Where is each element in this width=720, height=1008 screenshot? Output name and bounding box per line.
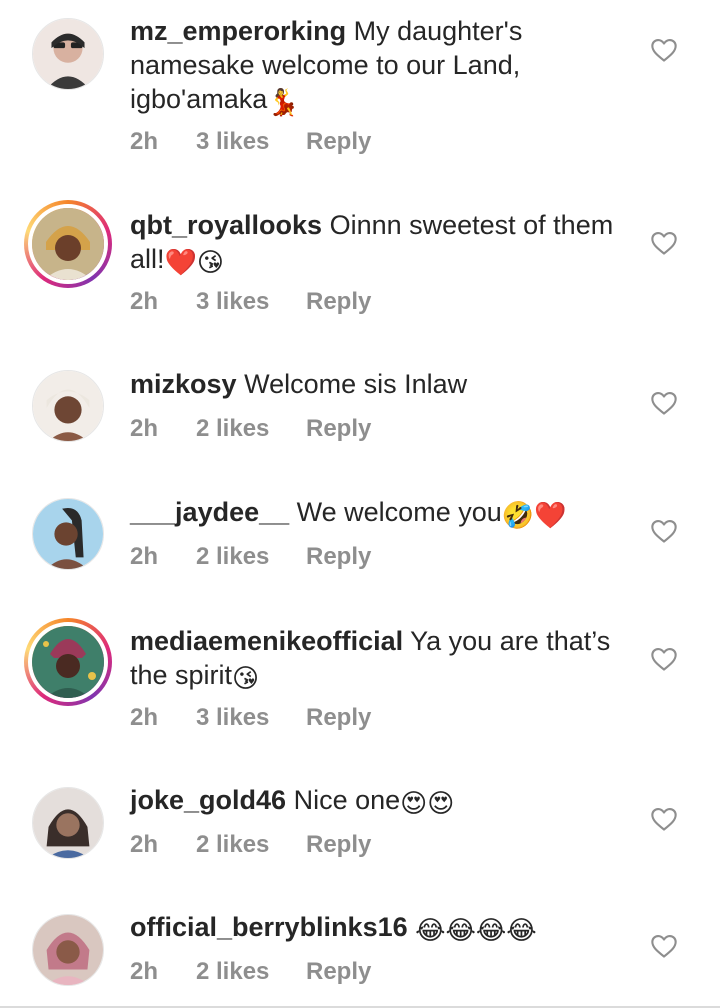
avatar-story-ring [28, 204, 108, 284]
comment-text: ___jaydee__ We welcome you🤣❤️ [130, 495, 630, 529]
comment-body: Nice one [293, 785, 401, 815]
comment-meta: 2h 2 likes Reply [130, 958, 371, 986]
comment-emoji: 😘 [232, 663, 260, 693]
comment-time: 2h [130, 128, 159, 155]
comment-text: qbt_royallooks Oinnn sweetest of them al… [130, 208, 630, 276]
comment-username[interactable]: mz_emperorking [130, 16, 346, 46]
comment-time: 2h [130, 704, 159, 731]
avatar-story-ring [28, 622, 108, 702]
comment-time: 2h [130, 543, 159, 570]
comment-likes[interactable]: 2 likes [196, 543, 306, 571]
avatar-image [33, 788, 103, 858]
comment-meta: 2h 2 likes Reply [130, 831, 371, 859]
comment-emoji: 🤣❤️ [501, 500, 567, 530]
avatar[interactable] [32, 787, 104, 859]
comment-meta: 2h 3 likes Reply [130, 288, 371, 316]
comment-meta: 2h 2 likes Reply [130, 543, 371, 571]
comment-username[interactable]: ___jaydee__ [130, 497, 289, 527]
heart-outline-icon[interactable] [650, 389, 678, 417]
avatar[interactable] [24, 200, 112, 288]
avatar-image [33, 19, 103, 89]
heart-outline-icon[interactable] [650, 517, 678, 545]
comment-meta: 2h 3 likes Reply [130, 704, 371, 732]
heart-outline-icon[interactable] [650, 805, 678, 833]
avatar-image [32, 626, 104, 698]
comment-emoji: 😍😍 [400, 788, 455, 818]
comment-likes[interactable]: 2 likes [196, 415, 306, 443]
comment-username[interactable]: mediaemenikeofficial [130, 626, 403, 656]
comment-likes[interactable]: 2 likes [196, 958, 306, 986]
avatar[interactable] [32, 914, 104, 986]
avatar[interactable] [32, 370, 104, 442]
heart-outline-icon[interactable] [650, 229, 678, 257]
avatar[interactable] [32, 18, 104, 90]
heart-outline-icon[interactable] [650, 645, 678, 673]
heart-outline-icon[interactable] [650, 36, 678, 64]
comment-text: mediaemenikeofficial Ya you are that’s t… [130, 624, 630, 692]
comment-time: 2h [130, 958, 159, 985]
comment-body: We welcome you [296, 497, 502, 527]
reply-button[interactable]: Reply [306, 831, 371, 859]
comment-username[interactable]: qbt_royallooks [130, 210, 322, 240]
comment-text: mizkosy Welcome sis Inlaw [130, 367, 630, 401]
avatar-image [32, 208, 104, 280]
reply-button[interactable]: Reply [306, 958, 371, 986]
reply-button[interactable]: Reply [306, 543, 371, 571]
reply-button[interactable]: Reply [306, 415, 371, 443]
comment-username[interactable]: official_berryblinks16 [130, 912, 408, 942]
avatar[interactable] [32, 498, 104, 570]
avatar-image [33, 915, 103, 985]
comment-likes[interactable]: 3 likes [196, 704, 306, 732]
heart-outline-icon[interactable] [650, 932, 678, 960]
comment-emoji: ❤️😘 [164, 247, 224, 277]
comment-username[interactable]: joke_gold46 [130, 785, 286, 815]
comment-meta: 2h 2 likes Reply [130, 415, 371, 443]
reply-button[interactable]: Reply [306, 128, 371, 156]
comment-username[interactable]: mizkosy [130, 369, 237, 399]
comment-emoji: 😂😂😂😂 [415, 915, 537, 945]
comment-body: Welcome sis Inlaw [244, 369, 468, 399]
comment-meta: 2h 3 likes Reply [130, 128, 371, 156]
comment-text: official_berryblinks16 😂😂😂😂 [130, 910, 630, 944]
comment-emoji: 💃 [267, 87, 300, 117]
comment-time: 2h [130, 288, 159, 315]
comment-likes[interactable]: 2 likes [196, 831, 306, 859]
comment-likes[interactable]: 3 likes [196, 128, 306, 156]
reply-button[interactable]: Reply [306, 288, 371, 316]
avatar-image [33, 499, 103, 569]
avatar[interactable] [24, 618, 112, 706]
comment-likes[interactable]: 3 likes [196, 288, 306, 316]
reply-button[interactable]: Reply [306, 704, 371, 732]
comment-text: joke_gold46 Nice one😍😍 [130, 783, 630, 817]
comment-time: 2h [130, 415, 159, 442]
comment-time: 2h [130, 831, 159, 858]
comment-text: mz_emperorking My daughter's namesake we… [130, 14, 630, 116]
avatar-image [33, 371, 103, 441]
